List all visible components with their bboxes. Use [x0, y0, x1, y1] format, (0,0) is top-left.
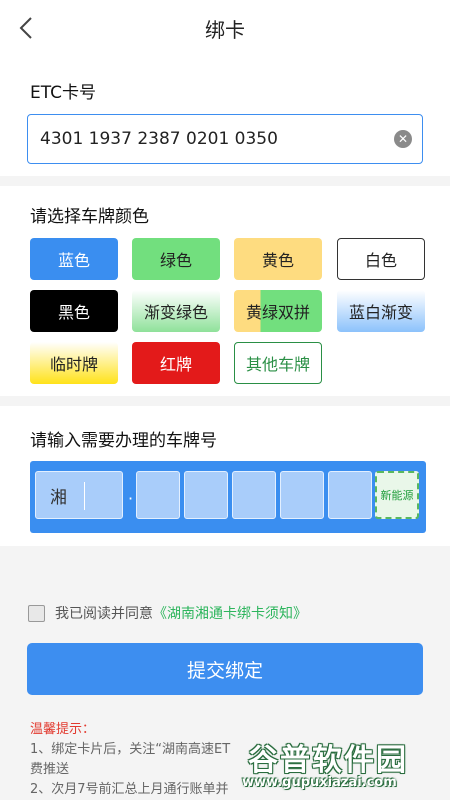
plate-char-cell-4[interactable] [232, 471, 276, 519]
plate-number-label: 请输入需要办理的车牌号 [30, 431, 217, 451]
watermark-url: www.gupuxiazai.com [242, 775, 397, 790]
agreement-row: 我已阅读并同意 《湖南湘通卡绑卡须知》 [28, 603, 307, 623]
color-option-blue[interactable]: 蓝色 [30, 238, 118, 280]
plate-input-bar: 湘 · 新能源 [30, 461, 426, 533]
color-option-temporary[interactable]: 临时牌 [30, 342, 118, 384]
plate-number-section: 请输入需要办理的车牌号 湘 · 新能源 [0, 406, 450, 546]
new-energy-cell[interactable]: 新能源 [375, 471, 419, 519]
agreement-link[interactable]: 《湖南湘通卡绑卡须知》 [153, 603, 307, 623]
plate-char-cell-3[interactable] [184, 471, 228, 519]
plate-char-cell-5[interactable] [280, 471, 324, 519]
text-cursor [84, 482, 85, 510]
color-option-white[interactable]: 白色 [337, 238, 425, 280]
plate-color-label: 请选择车牌颜色 [30, 207, 149, 227]
watermark: 谷普软件园 www.gupuxiazai.com [240, 735, 450, 800]
page-title: 绑卡 [205, 18, 245, 42]
color-option-black[interactable]: 黑色 [30, 290, 118, 332]
color-option-red[interactable]: 红牌 [132, 342, 220, 384]
color-option-green[interactable]: 绿色 [132, 238, 220, 280]
color-option-other[interactable]: 其他车牌 [234, 342, 322, 384]
agreement-text: 我已阅读并同意 [55, 606, 153, 622]
nav-bar: 绑卡 [0, 0, 450, 56]
plate-char-cell-2[interactable] [136, 471, 180, 519]
color-option-blue-white-gradient[interactable]: 蓝白渐变 [337, 290, 425, 332]
plate-color-section: 请选择车牌颜色 蓝色 绿色 黄色 白色 黑色 渐变绿色 黄绿双拼 蓝白渐变 临时… [0, 186, 450, 396]
color-option-yellow[interactable]: 黄色 [234, 238, 322, 280]
plate-char-cell-6[interactable] [328, 471, 372, 519]
color-option-yellow-green[interactable]: 黄绿双拼 [234, 290, 322, 332]
plate-province-text: 湘 [50, 487, 67, 508]
submit-bind-button[interactable]: 提交绑定 [27, 643, 423, 695]
plate-province-cell[interactable]: 湘 [35, 471, 123, 519]
etc-card-label: ETC卡号 [30, 83, 96, 103]
watermark-main: 谷普软件园 [248, 743, 408, 778]
etc-card-section: ETC卡号 ✕ [0, 56, 450, 176]
clear-icon[interactable]: ✕ [394, 130, 412, 148]
etc-card-input[interactable] [27, 114, 423, 164]
color-option-gradient-green[interactable]: 渐变绿色 [132, 290, 220, 332]
agreement-checkbox[interactable] [28, 604, 45, 622]
plate-separator: · [128, 489, 134, 508]
